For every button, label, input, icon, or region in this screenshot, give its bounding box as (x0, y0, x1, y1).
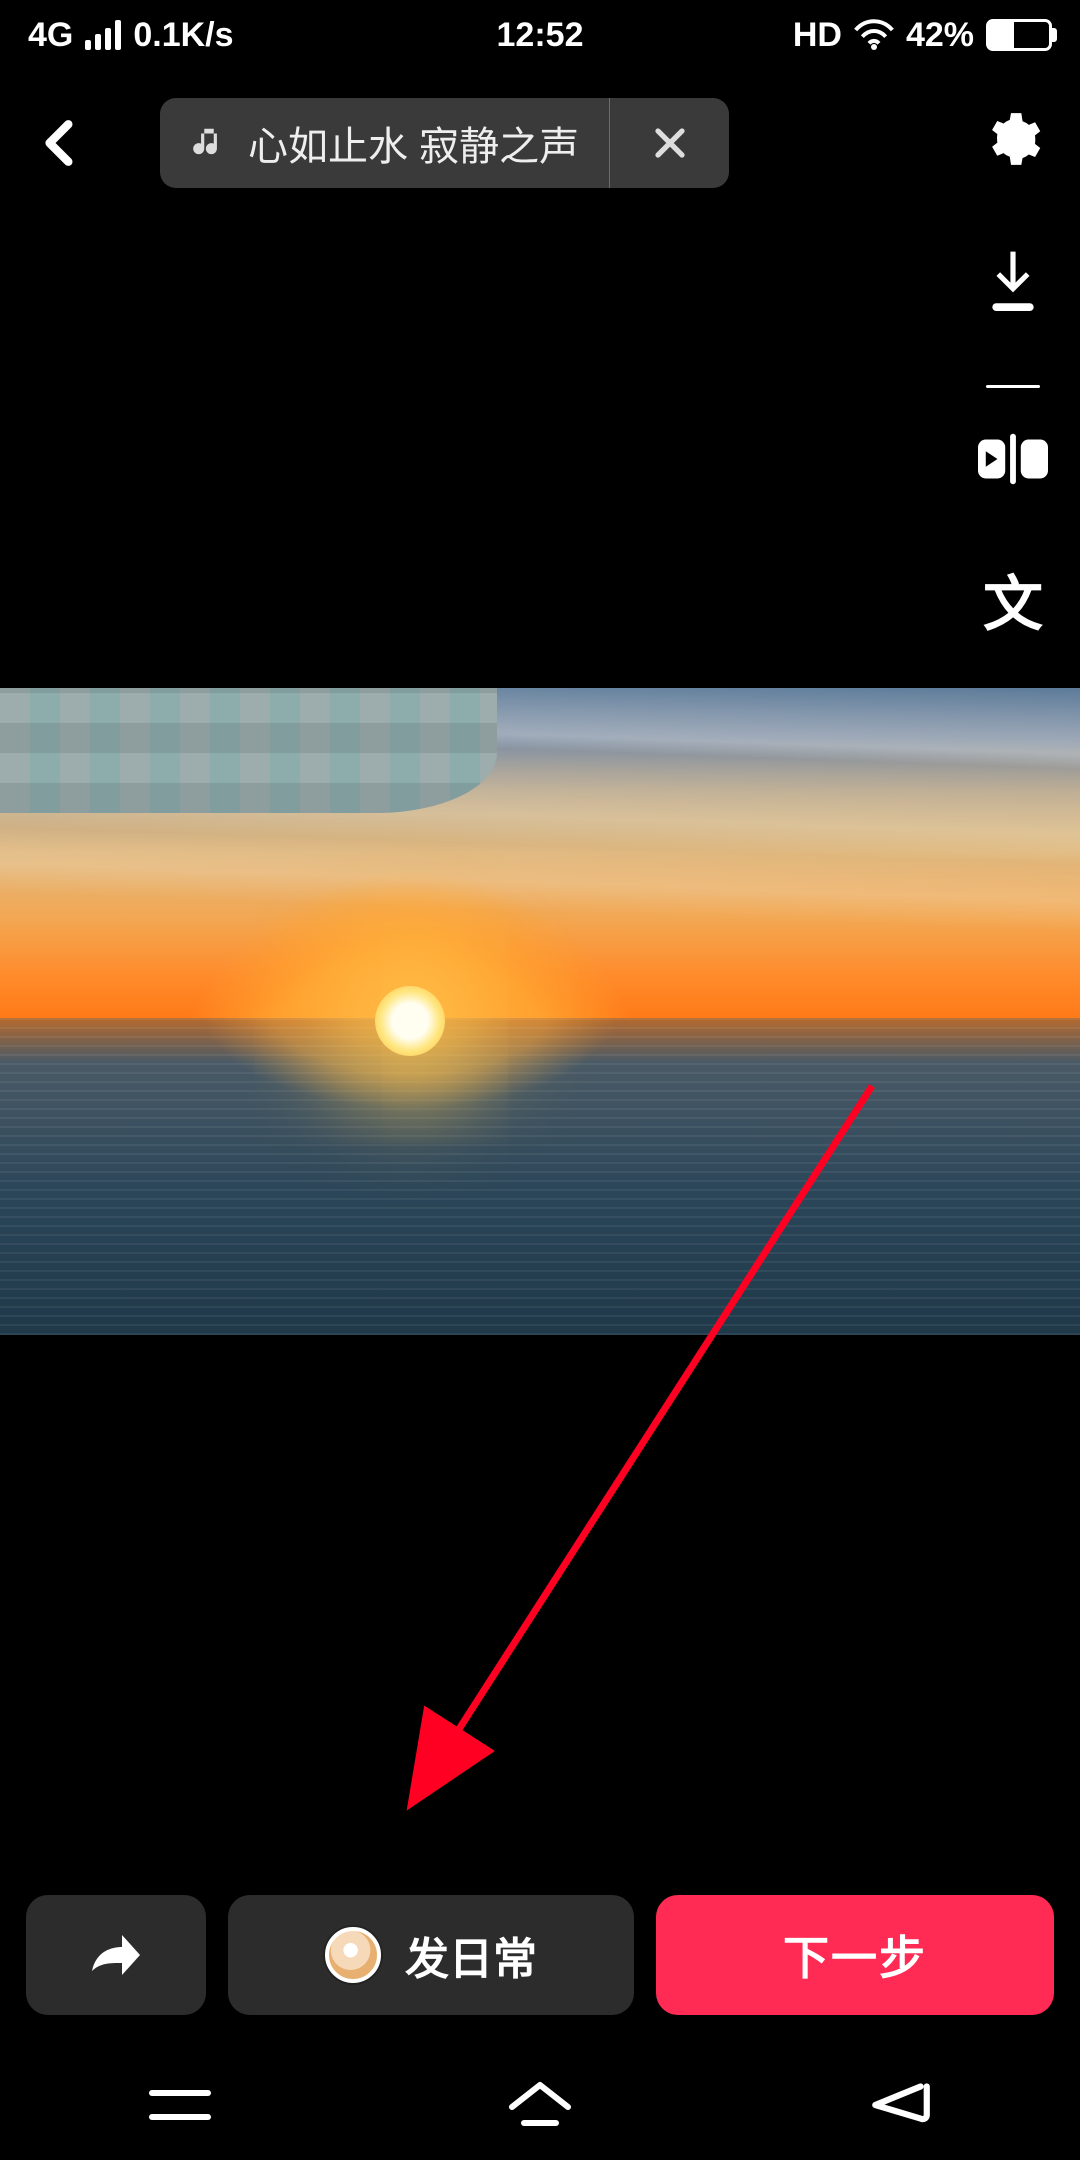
nav-back-button[interactable] (840, 2075, 960, 2135)
bottom-action-row: 发日常 下一步 (26, 1895, 1054, 2015)
nav-recent-button[interactable] (120, 2075, 240, 2135)
editor-top-bar: 心如止水 寂静之声 (0, 80, 1080, 205)
settings-button[interactable] (980, 108, 1050, 178)
battery-percent: 42% (906, 16, 974, 55)
share-arrow-icon (88, 1931, 144, 1979)
hd-indicator: HD (793, 16, 842, 55)
download-icon (982, 246, 1044, 314)
next-label: 下一步 (783, 1922, 927, 1988)
home-icon (505, 2079, 575, 2131)
clip-split-icon (978, 432, 1048, 486)
signal-icon (85, 20, 121, 50)
close-icon (652, 125, 688, 161)
share-button[interactable] (26, 1895, 206, 2015)
post-daily-button[interactable]: 发日常 (228, 1895, 634, 2015)
music-note-icon (190, 124, 228, 162)
status-bar: 4G 0.1K/s 12:52 HD 42% ⚡ (0, 0, 1080, 70)
post-daily-label: 发日常 (405, 1923, 537, 1987)
back-icon (865, 2082, 935, 2128)
menu-icon (148, 2085, 212, 2125)
system-nav-bar (0, 2050, 1080, 2160)
network-speed: 0.1K/s (133, 16, 233, 55)
text-button[interactable]: 文 (978, 564, 1048, 634)
gear-icon (980, 108, 1042, 170)
text-icon: 文 (983, 556, 1043, 643)
tool-divider (986, 385, 1040, 388)
battery-icon (986, 19, 1052, 51)
music-selector[interactable]: 心如止水 寂静之声 (160, 98, 729, 188)
music-title: 心如止水 寂静之声 (248, 114, 579, 172)
download-button[interactable] (978, 245, 1048, 315)
preview-canvas[interactable] (0, 688, 1080, 1335)
clip-split-button[interactable] (978, 424, 1048, 494)
avatar (325, 1927, 381, 1983)
status-right: HD 42% ⚡ (793, 16, 1052, 55)
back-button[interactable] (30, 113, 90, 173)
network-type: 4G (28, 16, 73, 55)
status-left: 4G 0.1K/s (28, 16, 234, 55)
wifi-icon (854, 19, 894, 51)
charging-icon: ⚡ (1076, 2, 1080, 33)
next-button[interactable]: 下一步 (656, 1895, 1054, 2015)
status-time: 12:52 (497, 16, 584, 55)
music-clear-button[interactable] (609, 98, 729, 188)
blurred-watermark (0, 688, 497, 813)
nav-home-button[interactable] (480, 2075, 600, 2135)
